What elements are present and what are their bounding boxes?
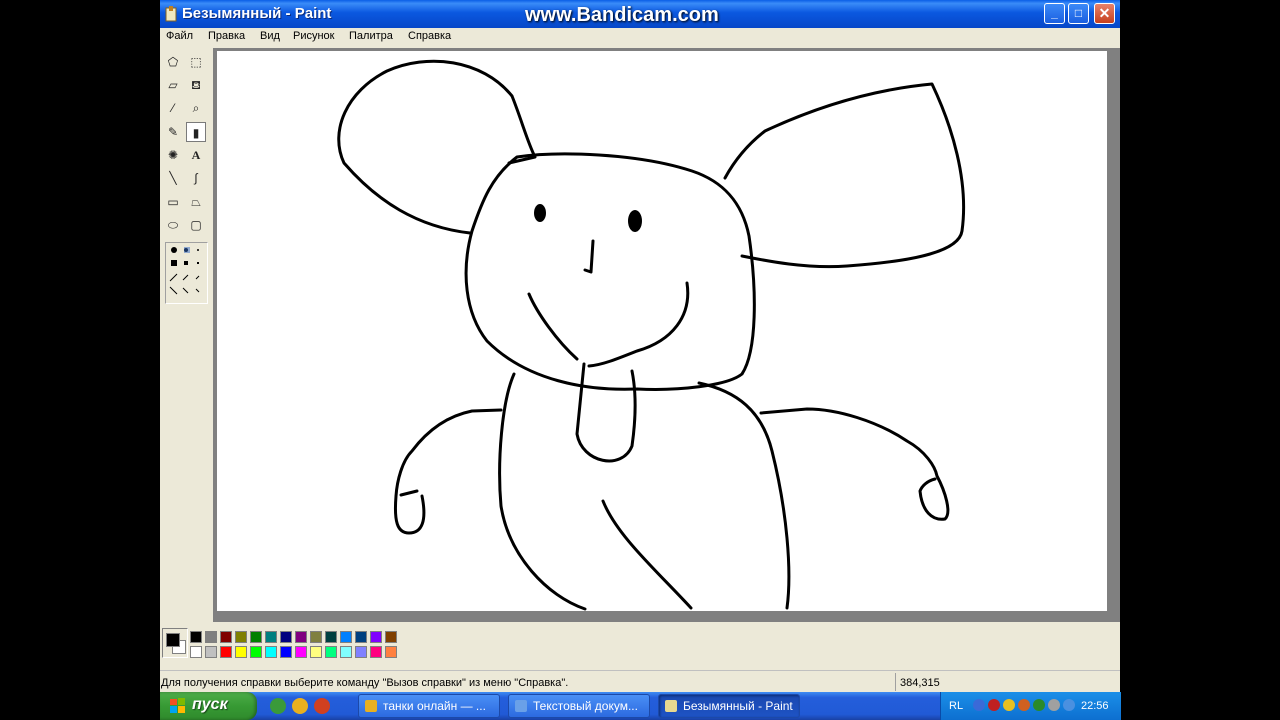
cursor-coordinates: 384,315 [900,677,940,689]
status-help-text: Для получения справки выберите команду "… [161,677,569,689]
drawing-canvas[interactable] [217,51,1107,611]
rounded-rect-tool[interactable]: ▢ [186,215,206,235]
browser-icon [365,700,377,712]
airbrush-tool[interactable]: ✺ [163,145,183,165]
window-title: Безымянный - Paint [182,5,332,22]
color-swatch[interactable] [190,631,202,643]
color-swatch[interactable] [295,631,307,643]
polygon-tool[interactable]: ⏢ [186,192,206,212]
system-tray: RL 22:56 [940,692,1121,720]
color-swatch[interactable] [220,646,232,658]
menu-image[interactable]: Рисунок [293,30,335,42]
tray-icon[interactable] [1063,699,1075,711]
color-swatch[interactable] [280,631,292,643]
rect-select-tool[interactable]: ⬚ [186,52,206,72]
color-swatch[interactable] [205,631,217,643]
color-swatch[interactable] [310,631,322,643]
paint-window: Безымянный - Paint www.Bandicam.com _ □ … [160,0,1120,720]
minimize-button[interactable]: _ [1044,3,1065,24]
tray-icon[interactable] [1048,699,1060,711]
tray-icon[interactable] [1033,699,1045,711]
brush-tool[interactable]: ▮ [186,122,206,142]
magnifier-tool[interactable]: ⌕ [186,98,206,118]
line-tool[interactable]: ╲ [163,168,183,188]
close-button[interactable]: ✕ [1094,3,1115,24]
rectangle-tool[interactable]: ▭ [163,192,183,212]
color-swatch[interactable] [220,631,232,643]
quick-launch-icon-1[interactable] [270,698,286,714]
color-swatch[interactable] [250,646,262,658]
quick-launch-icon-2[interactable] [292,698,308,714]
title-bar[interactable]: Безымянный - Paint www.Bandicam.com _ □ … [160,0,1120,28]
color-swatch[interactable] [340,646,352,658]
text-tool[interactable]: A [186,145,206,165]
color-picker-tool[interactable]: ⁄ [163,98,183,118]
color-swatch[interactable] [295,646,307,658]
color-swatch[interactable] [325,631,337,643]
eraser-tool[interactable]: ▱ [163,75,183,95]
foreground-color[interactable] [166,633,180,647]
canvas-scroll-area[interactable] [213,48,1120,622]
maximize-button[interactable]: □ [1068,3,1089,24]
color-swatch[interactable] [235,646,247,658]
task-label: танки онлайн — ... [383,699,486,713]
clock[interactable]: 22:56 [1081,700,1109,712]
ellipse-tool[interactable]: ⬭ [163,215,183,235]
language-indicator[interactable]: RL [949,700,963,712]
current-colors[interactable] [162,628,188,658]
color-swatch[interactable] [265,646,277,658]
notepad-icon [515,700,527,712]
color-swatch[interactable] [250,631,262,643]
free-select-tool[interactable]: ⬠ [163,52,183,72]
color-swatch[interactable] [385,631,397,643]
start-label: пуск [192,696,228,713]
task-button-text-document[interactable]: Текстовый докум... [508,694,650,718]
color-swatch[interactable] [280,646,292,658]
menu-bar: Файл Правка Вид Рисунок Палитра Справка [160,28,1120,49]
menu-view[interactable]: Вид [260,30,280,42]
tool-box: ⬠ ⬚ ▱ ⛾ ⁄ ⌕ ✎ ▮ ✺ A ╲ ∫ ▭ ⏢ ⬭ ▢ [160,48,213,622]
color-swatch[interactable] [265,631,277,643]
task-button-tanki[interactable]: танки онлайн — ... [358,694,500,718]
color-swatch[interactable] [355,646,367,658]
quick-launch-icon-3[interactable] [314,698,330,714]
fill-tool[interactable]: ⛾ [186,75,206,95]
color-swatch[interactable] [310,646,322,658]
color-swatch[interactable] [235,631,247,643]
start-button[interactable]: пуск [160,692,257,720]
mouse-drawing [337,59,966,611]
brush-shapes-icon [169,247,200,295]
task-label: Текстовый докум... [533,699,638,713]
curve-tool[interactable]: ∫ [186,168,206,188]
windows-flag-icon [170,698,185,713]
status-divider [895,673,896,691]
color-swatch[interactable] [205,646,217,658]
color-swatch[interactable] [190,646,202,658]
menu-file[interactable]: Файл [166,30,193,42]
pencil-tool[interactable]: ✎ [163,122,183,142]
color-palette [160,622,1120,668]
tray-icon[interactable] [988,699,1000,711]
menu-edit[interactable]: Правка [208,30,245,42]
task-label: Безымянный - Paint [683,699,793,713]
color-swatch[interactable] [355,631,367,643]
paint-app-icon [165,6,177,22]
tray-icon[interactable] [1018,699,1030,711]
color-swatch[interactable] [325,646,337,658]
paint-app-icon [665,700,677,712]
tray-icon[interactable] [973,699,985,711]
bandicam-watermark: www.Bandicam.com [525,4,719,26]
menu-help[interactable]: Справка [408,30,451,42]
color-swatch[interactable] [370,631,382,643]
status-bar: Для получения справки выберите команду "… [160,670,1120,693]
color-swatch[interactable] [385,646,397,658]
task-button-paint[interactable]: Безымянный - Paint [658,694,800,718]
color-swatch[interactable] [340,631,352,643]
brush-shape-options[interactable] [165,242,208,304]
menu-palette[interactable]: Палитра [349,30,393,42]
tray-icon[interactable] [1003,699,1015,711]
taskbar: пуск танки онлайн — ... Текстовый докум.… [160,692,1121,720]
color-swatch[interactable] [370,646,382,658]
